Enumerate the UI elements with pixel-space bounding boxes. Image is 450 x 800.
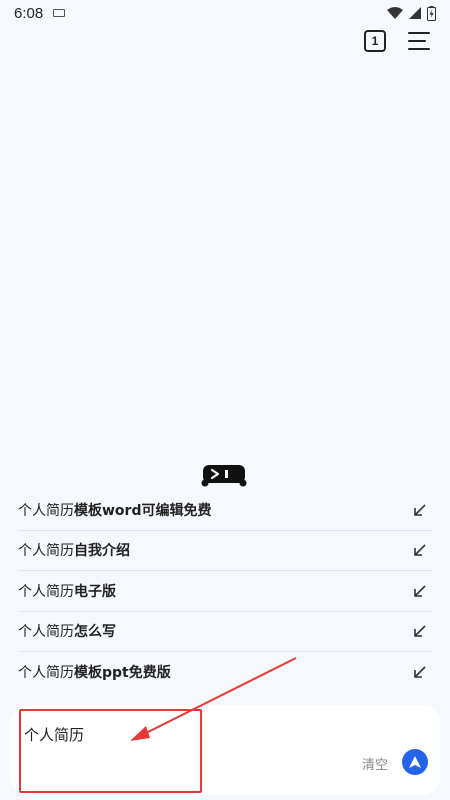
send-icon — [409, 756, 421, 768]
suggestion-list: 个人简历模板word可编辑免费 个人简历自我介绍 个人简历电子版 个人简历怎么写… — [18, 490, 432, 693]
status-time: 6:08 — [14, 4, 44, 22]
fill-query-arrow-icon[interactable] — [412, 623, 428, 639]
suggestion-item[interactable]: 个人简历自我介绍 — [18, 531, 432, 571]
suggestion-text: 个人简历怎么写 — [18, 624, 116, 641]
tab-count: 1 — [371, 34, 379, 48]
annotation-highlight-box — [19, 709, 202, 793]
suggestion-item[interactable]: 个人简历模板word可编辑免费 — [18, 490, 432, 531]
suggestion-text: 个人简历模板ppt免费版 — [18, 665, 171, 682]
fill-query-arrow-icon[interactable] — [412, 502, 428, 518]
tabs-button[interactable]: 1 — [364, 30, 386, 52]
suggestion-text: 个人简历电子版 — [18, 583, 116, 600]
status-bar: 6:08 — [0, 0, 450, 26]
battery-icon — [427, 5, 436, 21]
clear-button[interactable]: 清空 — [362, 754, 388, 773]
suggestion-item[interactable]: 个人简历电子版 — [18, 571, 432, 612]
status-icons — [387, 5, 436, 21]
menu-icon[interactable] — [408, 32, 430, 50]
signal-icon — [409, 7, 421, 19]
wifi-icon — [387, 7, 403, 19]
send-button[interactable] — [402, 749, 428, 775]
top-actions: 1 — [364, 30, 430, 52]
app-logo-icon — [201, 465, 247, 487]
keyboard-icon — [53, 9, 66, 17]
suggestion-text: 个人简历模板word可编辑免费 — [18, 502, 212, 519]
suggestion-item[interactable]: 个人简历模板ppt免费版 — [18, 652, 432, 693]
suggestion-item[interactable]: 个人简历怎么写 — [18, 612, 432, 652]
fill-query-arrow-icon[interactable] — [412, 664, 428, 680]
fill-query-arrow-icon[interactable] — [412, 542, 428, 558]
fill-query-arrow-icon[interactable] — [412, 583, 428, 599]
suggestion-text: 个人简历自我介绍 — [18, 543, 130, 560]
